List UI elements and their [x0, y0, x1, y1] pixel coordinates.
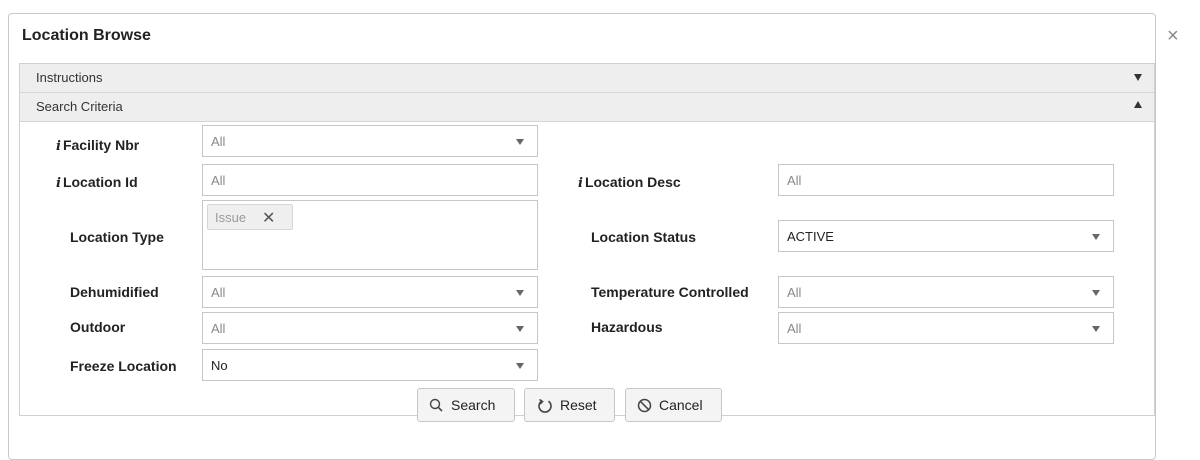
location-desc-label: i Location Desc	[578, 174, 681, 191]
info-icon[interactable]: i	[56, 139, 61, 154]
chevron-down-icon	[503, 350, 537, 380]
facility-nbr-value: All	[211, 134, 226, 149]
dialog-title: Location Browse	[22, 27, 151, 44]
instructions-section-header[interactable]: Instructions	[20, 64, 1154, 93]
location-type-chip: Issue ✕	[207, 204, 293, 230]
chevron-down-icon	[503, 313, 537, 343]
chip-label: Issue	[215, 210, 247, 225]
cancel-button[interactable]: Cancel	[625, 388, 722, 422]
outdoor-value: All	[211, 321, 226, 336]
reset-icon	[538, 398, 552, 413]
dehumidified-value: All	[211, 285, 226, 300]
hazardous-label: Hazardous	[591, 319, 663, 335]
cancel-icon	[637, 398, 652, 413]
chevron-down-icon	[1079, 313, 1113, 343]
search-criteria-section-header[interactable]: Search Criteria	[20, 93, 1154, 122]
reset-button-label: Reset	[560, 397, 597, 413]
location-id-input[interactable]: All	[202, 164, 538, 196]
location-desc-value: All	[787, 173, 802, 188]
hazardous-select[interactable]: All	[778, 312, 1114, 344]
outdoor-label: Outdoor	[70, 319, 126, 335]
outdoor-select[interactable]: All	[202, 312, 538, 344]
dehumidified-select[interactable]: All	[202, 276, 538, 308]
chevron-down-icon	[1079, 277, 1113, 307]
search-icon	[429, 398, 443, 412]
dehumidified-label: Dehumidified	[70, 284, 159, 300]
location-desc-input[interactable]: All	[778, 164, 1114, 196]
location-type-multiselect[interactable]: Issue ✕	[202, 200, 538, 270]
freeze-location-select[interactable]: No	[202, 349, 538, 381]
facility-nbr-label: i Facility Nbr	[56, 137, 140, 154]
freeze-location-label: Freeze Location	[70, 358, 177, 374]
location-id-label: i Location Id	[56, 174, 138, 191]
search-button-label: Search	[451, 397, 496, 413]
chevron-down-icon	[503, 277, 537, 307]
temperature-controlled-select[interactable]: All	[778, 276, 1114, 308]
freeze-location-value: No	[211, 358, 228, 373]
facility-nbr-select[interactable]: All	[202, 125, 538, 157]
location-status-value: ACTIVE	[787, 229, 834, 244]
cancel-button-label: Cancel	[659, 397, 703, 413]
chevron-down-icon	[1134, 74, 1142, 81]
chevron-down-icon	[1079, 221, 1113, 251]
location-status-label: Location Status	[591, 229, 697, 245]
location-type-label: Location Type	[70, 229, 164, 245]
remove-chip-icon[interactable]: ✕	[262, 208, 275, 228]
location-id-value: All	[211, 173, 226, 188]
chevron-down-icon	[503, 126, 537, 156]
search-button[interactable]: Search	[417, 388, 515, 422]
search-criteria-label: Search Criteria	[36, 99, 123, 114]
close-icon[interactable]: ×	[1167, 26, 1179, 46]
info-icon[interactable]: i	[56, 176, 61, 191]
location-status-select[interactable]: ACTIVE	[778, 220, 1114, 252]
temperature-controlled-value: All	[787, 285, 802, 300]
chevron-up-icon	[1134, 101, 1142, 108]
hazardous-value: All	[787, 321, 802, 336]
instructions-label: Instructions	[36, 70, 103, 85]
reset-button[interactable]: Reset	[524, 388, 615, 422]
temperature-controlled-label: Temperature Controlled	[591, 284, 749, 300]
info-icon[interactable]: i	[578, 176, 583, 191]
